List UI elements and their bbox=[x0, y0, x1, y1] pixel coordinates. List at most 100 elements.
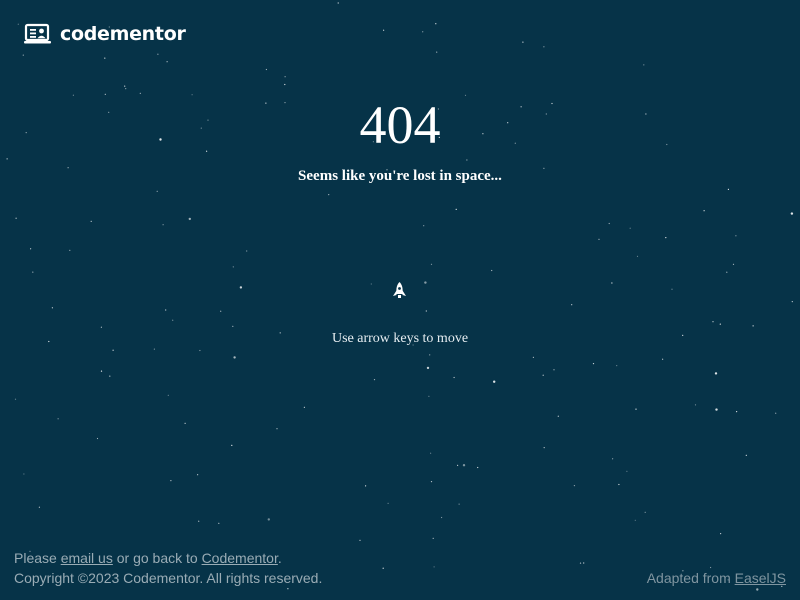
star bbox=[233, 356, 236, 359]
star bbox=[284, 76, 286, 78]
star bbox=[387, 502, 389, 504]
star bbox=[276, 428, 278, 430]
star bbox=[477, 466, 479, 469]
star bbox=[90, 220, 92, 222]
star bbox=[430, 481, 433, 483]
star bbox=[436, 51, 438, 53]
star bbox=[433, 566, 435, 568]
star bbox=[424, 281, 427, 284]
star bbox=[124, 85, 126, 87]
star bbox=[715, 408, 718, 411]
star bbox=[359, 539, 361, 541]
brand-name: codementor bbox=[60, 23, 186, 45]
star bbox=[109, 375, 111, 377]
email-us-link[interactable]: email us bbox=[61, 550, 113, 566]
star bbox=[644, 511, 646, 513]
star bbox=[17, 23, 19, 25]
star bbox=[365, 485, 367, 487]
star bbox=[370, 283, 372, 285]
star bbox=[462, 464, 466, 467]
star bbox=[6, 158, 8, 160]
star bbox=[635, 408, 637, 410]
copyright-text: Copyright ©2023 Codementor. All rights r… bbox=[14, 570, 323, 586]
star bbox=[100, 326, 102, 328]
star bbox=[612, 458, 614, 460]
star bbox=[629, 227, 631, 229]
easeljs-link[interactable]: EaselJS bbox=[735, 570, 786, 586]
star bbox=[634, 519, 636, 521]
star bbox=[162, 224, 164, 226]
star bbox=[170, 480, 172, 482]
star bbox=[429, 354, 431, 356]
adapted-from-text: Adapted from bbox=[646, 570, 735, 586]
star bbox=[220, 310, 222, 312]
footer-right: Adapted from EaselJS bbox=[647, 568, 786, 588]
star bbox=[542, 374, 544, 376]
star bbox=[23, 473, 25, 475]
star bbox=[96, 437, 99, 440]
star bbox=[457, 464, 459, 466]
star bbox=[732, 263, 735, 265]
star bbox=[616, 365, 618, 367]
star bbox=[426, 366, 430, 370]
star bbox=[432, 537, 434, 540]
star bbox=[727, 188, 730, 190]
star bbox=[328, 194, 330, 196]
star bbox=[608, 222, 610, 225]
star bbox=[184, 422, 186, 424]
star bbox=[428, 395, 430, 397]
star bbox=[30, 248, 32, 250]
star bbox=[573, 485, 576, 487]
star bbox=[790, 212, 794, 215]
star bbox=[543, 447, 545, 449]
star bbox=[246, 250, 248, 252]
star bbox=[51, 307, 54, 309]
star bbox=[15, 217, 17, 219]
star bbox=[571, 304, 573, 306]
star bbox=[543, 46, 545, 48]
codementor-home-link[interactable]: Codementor bbox=[202, 550, 278, 566]
star bbox=[553, 369, 555, 371]
controls-hint: Use arrow keys to move bbox=[331, 331, 469, 346]
star bbox=[112, 349, 114, 351]
star bbox=[662, 358, 664, 360]
star bbox=[712, 321, 714, 323]
star bbox=[265, 68, 267, 71]
star bbox=[167, 394, 169, 396]
star bbox=[69, 249, 71, 251]
codementor-logo-link[interactable]: codementor bbox=[24, 22, 186, 46]
star bbox=[383, 29, 385, 31]
star bbox=[735, 235, 737, 237]
star bbox=[579, 562, 582, 564]
star bbox=[153, 348, 155, 350]
star bbox=[435, 23, 437, 25]
star bbox=[491, 269, 493, 272]
star bbox=[643, 64, 645, 66]
star bbox=[422, 31, 424, 33]
star bbox=[458, 503, 460, 505]
star bbox=[745, 454, 747, 456]
star bbox=[22, 54, 24, 56]
star bbox=[166, 61, 168, 63]
rocket-icon[interactable] bbox=[391, 282, 408, 302]
star bbox=[694, 404, 697, 406]
error-message: Seems like you're lost in space... bbox=[298, 168, 502, 184]
star bbox=[239, 286, 243, 289]
star bbox=[267, 518, 270, 521]
footer-left: Please email us or go back to Codementor… bbox=[14, 548, 322, 588]
codementor-logo-icon bbox=[24, 23, 51, 44]
star bbox=[32, 271, 34, 273]
star bbox=[57, 418, 59, 420]
star bbox=[598, 238, 600, 240]
star bbox=[611, 282, 613, 284]
star bbox=[382, 567, 384, 569]
star bbox=[218, 522, 220, 524]
star bbox=[156, 190, 158, 192]
star bbox=[720, 533, 722, 535]
star bbox=[791, 301, 793, 303]
star bbox=[726, 271, 728, 273]
footer-contact-line: Please email us or go back to Codementor… bbox=[14, 548, 322, 568]
footer-period: . bbox=[277, 550, 282, 566]
star bbox=[592, 363, 595, 365]
star bbox=[14, 398, 17, 400]
